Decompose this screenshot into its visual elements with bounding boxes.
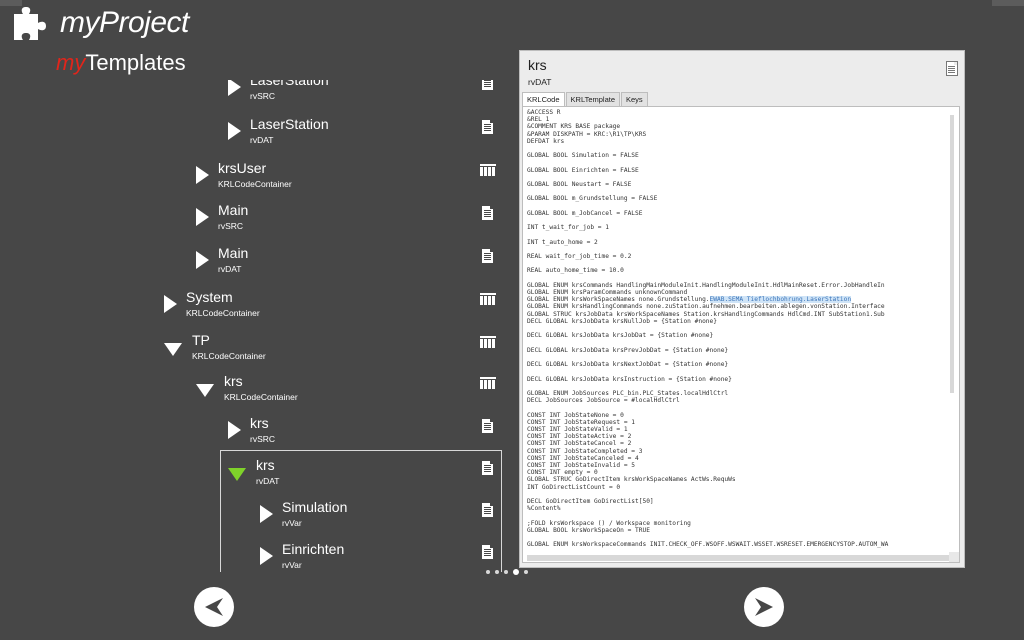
tree-node[interactable]: LaserStation rvDAT bbox=[150, 116, 510, 156]
doc-icon bbox=[482, 120, 493, 134]
expand-arrow-icon[interactable] bbox=[164, 295, 177, 313]
tree-node[interactable]: Main rvDAT bbox=[150, 245, 510, 285]
tree-node-type: rvVar bbox=[282, 560, 302, 570]
panel-tabs: KRLCode KRLTemplate Keys bbox=[522, 92, 649, 106]
expand-arrow-icon[interactable] bbox=[260, 505, 273, 523]
doc-icon bbox=[482, 419, 493, 433]
page-dot[interactable] bbox=[504, 570, 508, 574]
tree-node[interactable]: krs KRLCodeContainer bbox=[150, 373, 510, 413]
section-title-label: Templates bbox=[85, 50, 186, 75]
tree-node-type: KRLCodeContainer bbox=[224, 392, 298, 402]
expand-arrow-icon[interactable] bbox=[228, 80, 241, 96]
doc-icon bbox=[482, 503, 493, 517]
tab-krltemplate[interactable]: KRLTemplate bbox=[565, 92, 620, 106]
page-dot[interactable] bbox=[495, 570, 499, 574]
tree-node-type: KRLCodeContainer bbox=[192, 351, 266, 361]
tree-node-type: KRLCodeContainer bbox=[218, 179, 292, 189]
tree-node-label: krs bbox=[224, 373, 243, 389]
detail-panel: krs rvDAT KRLCode KRLTemplate Keys &ACCE… bbox=[519, 50, 965, 568]
vertical-scrollbar[interactable] bbox=[950, 115, 954, 393]
container-icon bbox=[480, 336, 496, 348]
document-icon[interactable] bbox=[946, 61, 958, 76]
page-dot[interactable] bbox=[486, 570, 490, 574]
doc-icon bbox=[482, 249, 493, 263]
code-selection: EWAB.SEMA Tieflochbohrung.LaserStation bbox=[709, 296, 852, 304]
tree-node[interactable]: krs rvSRC bbox=[150, 415, 510, 455]
back-button[interactable] bbox=[194, 587, 234, 627]
tree-node[interactable]: Simulation rvVar bbox=[150, 499, 510, 539]
container-icon bbox=[480, 293, 496, 305]
tree-node[interactable]: TP KRLCodeContainer bbox=[150, 332, 510, 372]
tree-node-type: KRLCodeContainer bbox=[186, 308, 260, 318]
tree-node-label: LaserStation bbox=[250, 80, 329, 88]
tree-node[interactable]: krsUser KRLCodeContainer bbox=[150, 160, 510, 200]
expand-arrow-icon[interactable] bbox=[196, 166, 209, 184]
tree-node-type: rvSRC bbox=[250, 434, 276, 444]
tree-node[interactable]: Einrichten rvVar bbox=[150, 541, 510, 572]
tree-node-type: rvDAT bbox=[218, 264, 242, 274]
tree-node-label: Simulation bbox=[282, 499, 348, 515]
container-icon bbox=[480, 377, 496, 389]
container-icon bbox=[480, 164, 496, 176]
expand-arrow-icon[interactable] bbox=[260, 547, 273, 565]
page-indicator bbox=[486, 569, 528, 575]
tree-node-label: krs bbox=[256, 457, 275, 473]
tree-node-label: Main bbox=[218, 245, 249, 261]
tree-node[interactable]: System KRLCodeContainer bbox=[150, 289, 510, 329]
page-dot[interactable] bbox=[524, 570, 528, 574]
tree-node-type: rvSRC bbox=[218, 221, 244, 231]
doc-icon bbox=[482, 461, 493, 475]
arrow-left-icon bbox=[205, 598, 223, 616]
puzzle-logo-icon bbox=[14, 7, 46, 40]
tab-krlcode[interactable]: KRLCode bbox=[522, 92, 565, 106]
code-text-before: &ACCESS R &REL 1 &COMMENT KRS BASE packa… bbox=[527, 109, 885, 304]
tree-node[interactable]: krs rvDAT bbox=[150, 457, 510, 497]
collapse-arrow-icon[interactable] bbox=[164, 343, 182, 356]
collapse-arrow-icon[interactable] bbox=[228, 468, 246, 481]
tree-node-label: TP bbox=[192, 332, 210, 348]
expand-arrow-icon[interactable] bbox=[196, 208, 209, 226]
tree-node-label: krsUser bbox=[218, 160, 267, 176]
top-handle-right bbox=[992, 0, 1024, 6]
section-title-prefix: my bbox=[56, 50, 86, 75]
tree-node-type: rvDAT bbox=[256, 476, 280, 486]
tree-node-label: Main bbox=[218, 202, 249, 218]
doc-icon bbox=[482, 206, 493, 220]
scroll-corner bbox=[949, 552, 959, 562]
tree-node-label: krs bbox=[250, 415, 269, 431]
arrow-right-icon bbox=[755, 598, 773, 616]
code-editor[interactable]: &ACCESS R &REL 1 &COMMENT KRS BASE packa… bbox=[522, 106, 960, 563]
template-tree[interactable]: LaserStation rvSRC LaserStation rvDAT krsUse… bbox=[150, 80, 510, 572]
tree-node-type: rvSRC bbox=[250, 91, 276, 101]
code-text[interactable]: &ACCESS R &REL 1 &COMMENT KRS BASE packa… bbox=[527, 109, 952, 549]
tree-node[interactable]: Main rvSRC bbox=[150, 202, 510, 242]
doc-icon bbox=[482, 545, 493, 559]
tree-node[interactable]: LaserStation rvSRC bbox=[150, 80, 510, 112]
app-title: myProject bbox=[60, 6, 189, 39]
tree-node-type: rvVar bbox=[282, 518, 302, 528]
tree-node-label: LaserStation bbox=[250, 116, 329, 132]
horizontal-scrollbar[interactable] bbox=[527, 555, 949, 561]
page-dot[interactable] bbox=[513, 569, 519, 575]
collapse-arrow-icon[interactable] bbox=[196, 384, 214, 397]
expand-arrow-icon[interactable] bbox=[196, 251, 209, 269]
tree-node-label: Einrichten bbox=[282, 541, 345, 557]
section-title: myTemplates bbox=[56, 50, 186, 76]
doc-icon bbox=[482, 80, 493, 90]
panel-subtitle: rvDAT bbox=[528, 77, 552, 87]
code-text-after: GLOBAL ENUM krsHandlingCommands none.zuS… bbox=[527, 303, 889, 549]
expand-arrow-icon[interactable] bbox=[228, 122, 241, 140]
tree-node-type: rvDAT bbox=[250, 135, 274, 145]
panel-title: krs bbox=[528, 57, 547, 73]
expand-arrow-icon[interactable] bbox=[228, 421, 241, 439]
tree-node-label: System bbox=[186, 289, 233, 305]
tab-keys[interactable]: Keys bbox=[621, 92, 648, 106]
forward-button[interactable] bbox=[744, 587, 784, 627]
